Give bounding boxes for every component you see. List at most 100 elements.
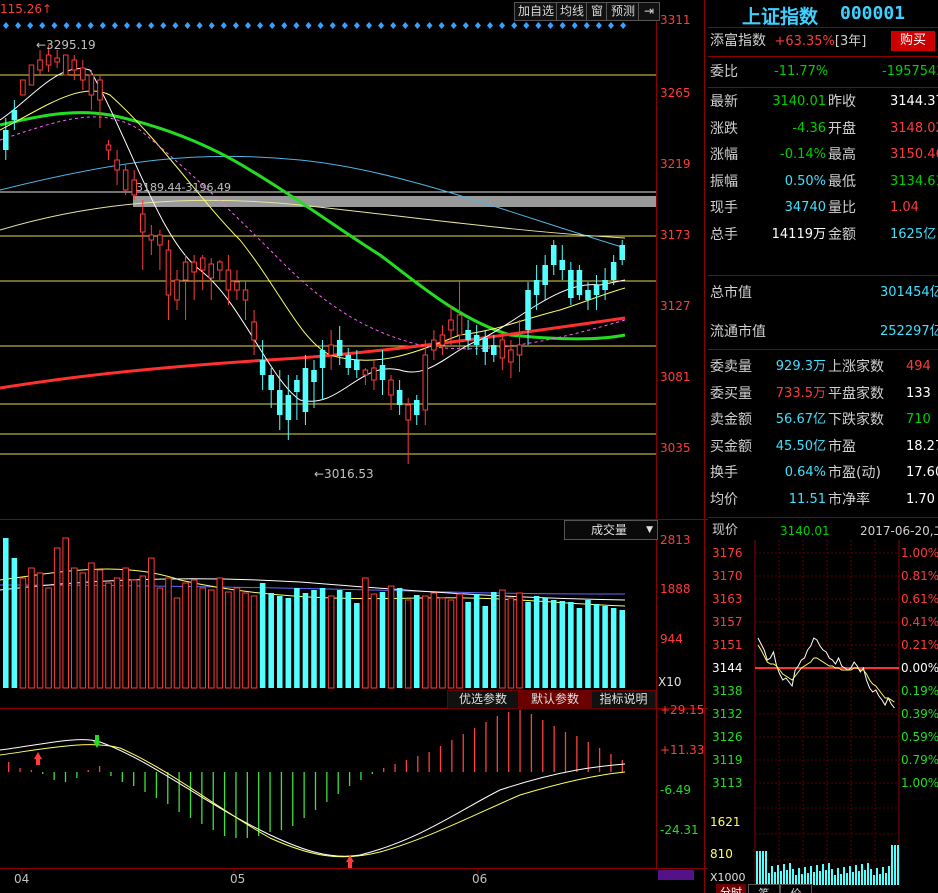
volume-bar[interactable]	[105, 582, 112, 689]
volume-bar[interactable]	[576, 608, 583, 688]
volume-bar[interactable]	[465, 602, 471, 688]
volume-bar[interactable]	[516, 592, 523, 689]
svg-text:0.21%: 0.21%	[901, 638, 938, 652]
indicator-selector[interactable]: 成交量 ▼	[564, 520, 658, 540]
volume-bar[interactable]	[96, 569, 104, 689]
volume-bar[interactable]	[294, 588, 300, 688]
volume-bar[interactable]	[165, 577, 172, 689]
candle[interactable]	[62, 54, 69, 76]
window-button[interactable]: 窗	[586, 2, 608, 21]
collapse-panel-icon[interactable]: ⇥	[638, 2, 660, 21]
volume-bar[interactable]	[113, 577, 121, 689]
volume-bar[interactable]	[182, 582, 189, 689]
volume-bar[interactable]	[242, 592, 249, 689]
volume-bar[interactable]	[53, 547, 61, 689]
volume-bar[interactable]	[396, 588, 403, 688]
volume-bar[interactable]	[542, 598, 548, 688]
volume-bar[interactable]	[525, 602, 531, 688]
volume-bar[interactable]	[225, 591, 232, 689]
volume-bar[interactable]	[28, 567, 35, 689]
volume-bar[interactable]	[602, 606, 608, 688]
volume-bar[interactable]	[19, 577, 27, 689]
volume-bar[interactable]	[36, 572, 44, 689]
volume-bar[interactable]	[507, 597, 515, 689]
volume-bar[interactable]	[370, 593, 378, 689]
tab-ticks[interactable]: 笔	[748, 884, 780, 893]
volume-bar[interactable]	[413, 595, 420, 688]
volume-bar[interactable]	[447, 599, 455, 689]
index-name: 上证指数	[742, 6, 819, 28]
volume-bar[interactable]	[3, 538, 9, 688]
volume-bar[interactable]	[148, 557, 155, 689]
stat-value: 17.60	[906, 465, 938, 480]
volume-bar[interactable]	[362, 577, 369, 689]
volume-bar[interactable]	[387, 585, 395, 689]
volume-bar[interactable]	[199, 587, 206, 689]
volume-bar[interactable]	[233, 587, 241, 689]
volume-bar[interactable]	[70, 567, 78, 689]
volume-bar[interactable]	[259, 583, 266, 688]
volume-bar[interactable]	[79, 572, 87, 689]
volume-bar[interactable]	[285, 598, 292, 688]
volume-bar[interactable]	[439, 597, 446, 689]
volume-bar[interactable]	[404, 599, 412, 689]
volume-bar[interactable]	[379, 592, 386, 688]
volume-bar[interactable]	[216, 577, 224, 689]
candle[interactable]	[20, 79, 26, 96]
stat-value: 3148.02	[890, 120, 938, 136]
forecast-button[interactable]: 预测	[606, 2, 640, 21]
intraday-chart[interactable]: 3176 3170 3163 3157 3151 3144 3138 3132 3126 3119…	[708, 540, 938, 893]
volume-bar[interactable]	[130, 579, 138, 689]
tab-default-params[interactable]: 默认参数	[519, 690, 591, 709]
volume-bar[interactable]	[156, 587, 164, 689]
volume-bar[interactable]	[619, 610, 625, 688]
volume-bar[interactable]	[422, 595, 429, 689]
volume-bar[interactable]	[533, 596, 540, 688]
volume-bar[interactable]	[482, 606, 489, 688]
tab-preferred-params[interactable]: 优选参数	[447, 690, 519, 709]
volume-bar[interactable]	[345, 592, 352, 688]
kline-chart-area[interactable]: ←3295.19 ←3016.53 3189.44-3196.49 3311 3…	[0, 0, 708, 893]
volume-bar[interactable]	[11, 558, 18, 688]
volume-bar[interactable]	[336, 590, 343, 688]
tab-indicator-help[interactable]: 指标说明	[591, 690, 656, 709]
volume-bar[interactable]	[593, 604, 600, 688]
volume-bar[interactable]	[550, 600, 557, 688]
volume-bar[interactable]	[499, 589, 506, 689]
volume-bar[interactable]	[173, 597, 181, 689]
volume-bar[interactable]	[430, 592, 438, 689]
fund-product-name[interactable]: 添富指数	[710, 33, 766, 49]
buy-button[interactable]: 购买	[891, 31, 935, 51]
volume-bar[interactable]	[88, 562, 95, 689]
volume-bar[interactable]	[122, 567, 129, 689]
volume-bar[interactable]	[354, 603, 360, 688]
stat-label: 买金额	[710, 438, 752, 455]
volume-bar[interactable]	[250, 595, 258, 689]
volume-bar[interactable]	[319, 588, 326, 688]
volume-bar[interactable]	[268, 593, 274, 688]
volume-bar[interactable]	[139, 575, 147, 689]
candle[interactable]	[28, 64, 35, 86]
volume-bar[interactable]	[327, 595, 335, 689]
volume-bar[interactable]	[302, 593, 309, 688]
tab-timeshare[interactable]: 分时	[716, 884, 746, 893]
volume-bar[interactable]	[207, 589, 215, 689]
volume-bar[interactable]	[568, 602, 574, 688]
volume-bar[interactable]	[610, 608, 617, 688]
volume-bar[interactable]	[190, 579, 198, 689]
tab-price[interactable]: 价	[780, 884, 812, 893]
volume-bar[interactable]	[491, 592, 497, 688]
add-watchlist-button[interactable]: 加自选	[514, 2, 558, 21]
volume-bar[interactable]	[311, 590, 317, 688]
candle[interactable]	[576, 265, 583, 300]
volume-bar[interactable]	[62, 537, 69, 689]
volume-bar[interactable]	[585, 600, 591, 688]
stat-label: 金额	[828, 226, 856, 243]
volume-bar[interactable]	[473, 594, 480, 688]
moving-average-button[interactable]: 均线	[556, 2, 588, 21]
candle[interactable]	[122, 165, 129, 195]
volume-bar[interactable]	[559, 601, 566, 688]
volume-bar[interactable]	[456, 593, 463, 689]
volume-bar[interactable]	[45, 587, 52, 689]
volume-bar[interactable]	[276, 596, 283, 688]
